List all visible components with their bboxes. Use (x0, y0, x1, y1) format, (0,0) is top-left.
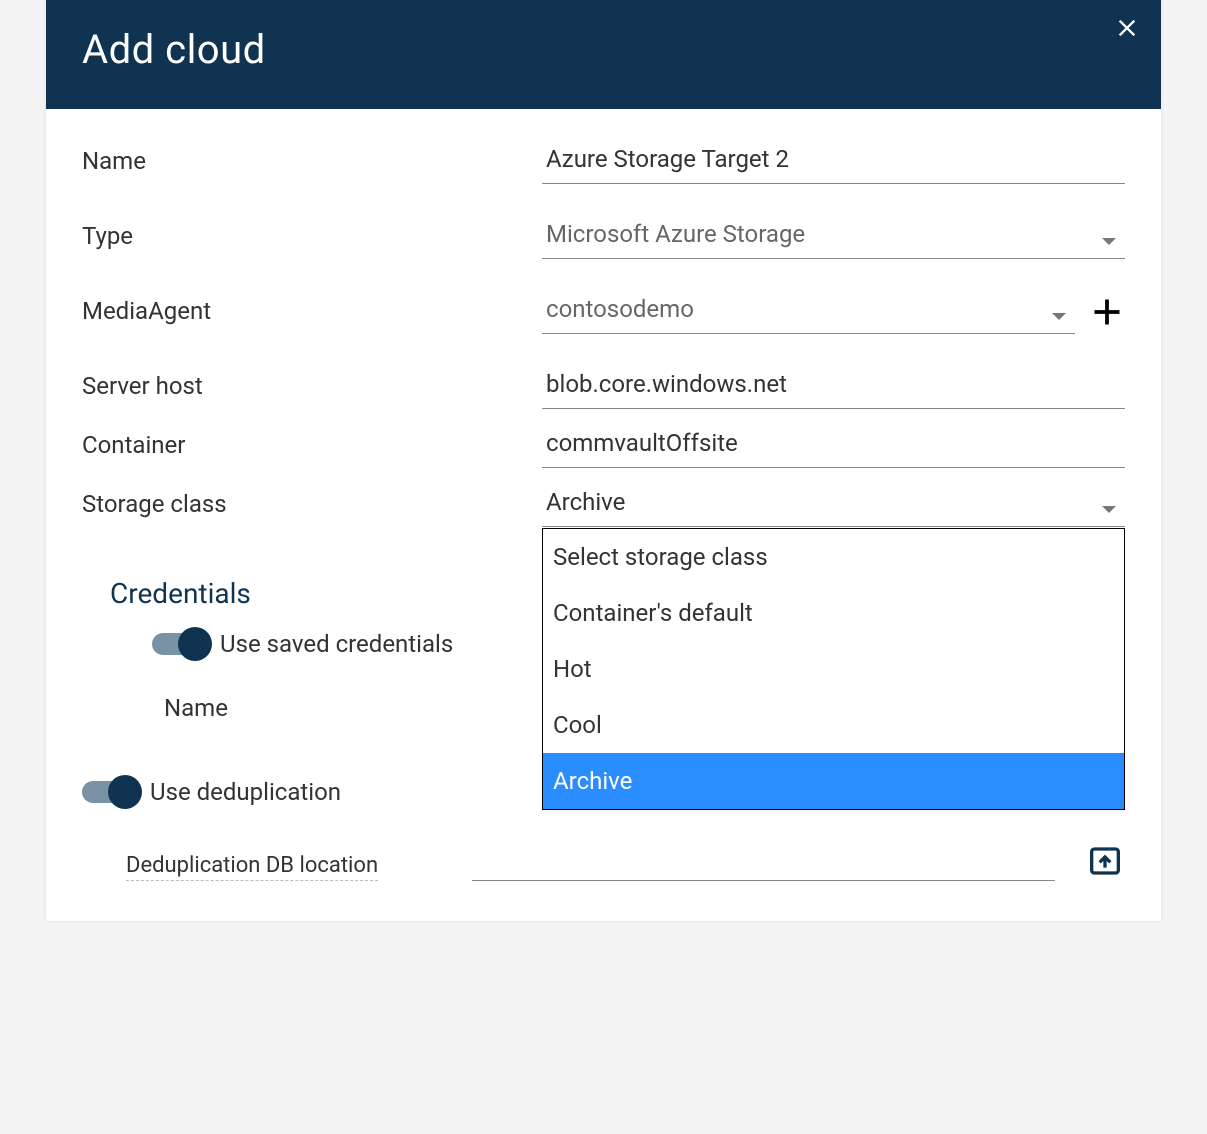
type-select[interactable] (542, 214, 1125, 259)
type-row: Type (82, 214, 1125, 259)
type-label: Type (82, 222, 133, 250)
storageclass-select[interactable] (542, 482, 1125, 527)
name-label: Name (82, 147, 146, 175)
add-cloud-modal: Add cloud Name Type MediaAgent (46, 0, 1161, 921)
dropdown-item[interactable]: Select storage class (543, 529, 1124, 585)
dropdown-item-selected[interactable]: Archive (543, 753, 1124, 809)
use-saved-credentials-label: Use saved credentials (220, 630, 453, 658)
plus-icon (1092, 297, 1122, 327)
close-button[interactable] (1113, 14, 1141, 42)
container-input[interactable] (542, 423, 1125, 468)
serverhost-input[interactable] (542, 364, 1125, 409)
dropdown-item[interactable]: Cool (543, 697, 1124, 753)
storageclass-label: Storage class (82, 490, 227, 518)
use-deduplication-label: Use deduplication (150, 778, 341, 806)
dedup-db-location-input[interactable] (472, 836, 1055, 881)
mediaagent-select[interactable] (542, 289, 1075, 334)
dropdown-item[interactable]: Hot (543, 641, 1124, 697)
dropdown-item[interactable]: Container's default (543, 585, 1124, 641)
name-row: Name (82, 139, 1125, 184)
browse-location-button[interactable] (1085, 845, 1125, 881)
storageclass-row: Storage class Select storage class Conta… (82, 482, 1125, 527)
use-saved-credentials-toggle[interactable] (152, 633, 210, 655)
use-deduplication-toggle[interactable] (82, 781, 140, 803)
name-input[interactable] (542, 139, 1125, 184)
modal-title: Add cloud (82, 26, 1125, 73)
mediaagent-row: MediaAgent (82, 289, 1125, 334)
container-label: Container (82, 431, 185, 459)
dedup-db-location-row: Deduplication DB location (82, 836, 1125, 881)
serverhost-row: Server host (82, 364, 1125, 409)
credentials-name-label: Name (164, 686, 228, 722)
storageclass-dropdown[interactable]: Select storage class Container's default… (542, 528, 1125, 810)
serverhost-label: Server host (82, 372, 203, 400)
modal-body: Name Type MediaAgent (46, 109, 1161, 921)
mediaagent-label: MediaAgent (82, 297, 211, 325)
dedup-db-location-label: Deduplication DB location (126, 853, 378, 881)
mediaagent-value[interactable] (542, 289, 1075, 334)
storageclass-value[interactable] (542, 482, 1125, 527)
add-mediaagent-button[interactable] (1089, 294, 1125, 330)
type-value[interactable] (542, 214, 1125, 259)
upload-icon (1089, 845, 1121, 877)
modal-header: Add cloud (46, 0, 1161, 109)
close-icon (1116, 17, 1138, 39)
container-row: Container (82, 423, 1125, 468)
